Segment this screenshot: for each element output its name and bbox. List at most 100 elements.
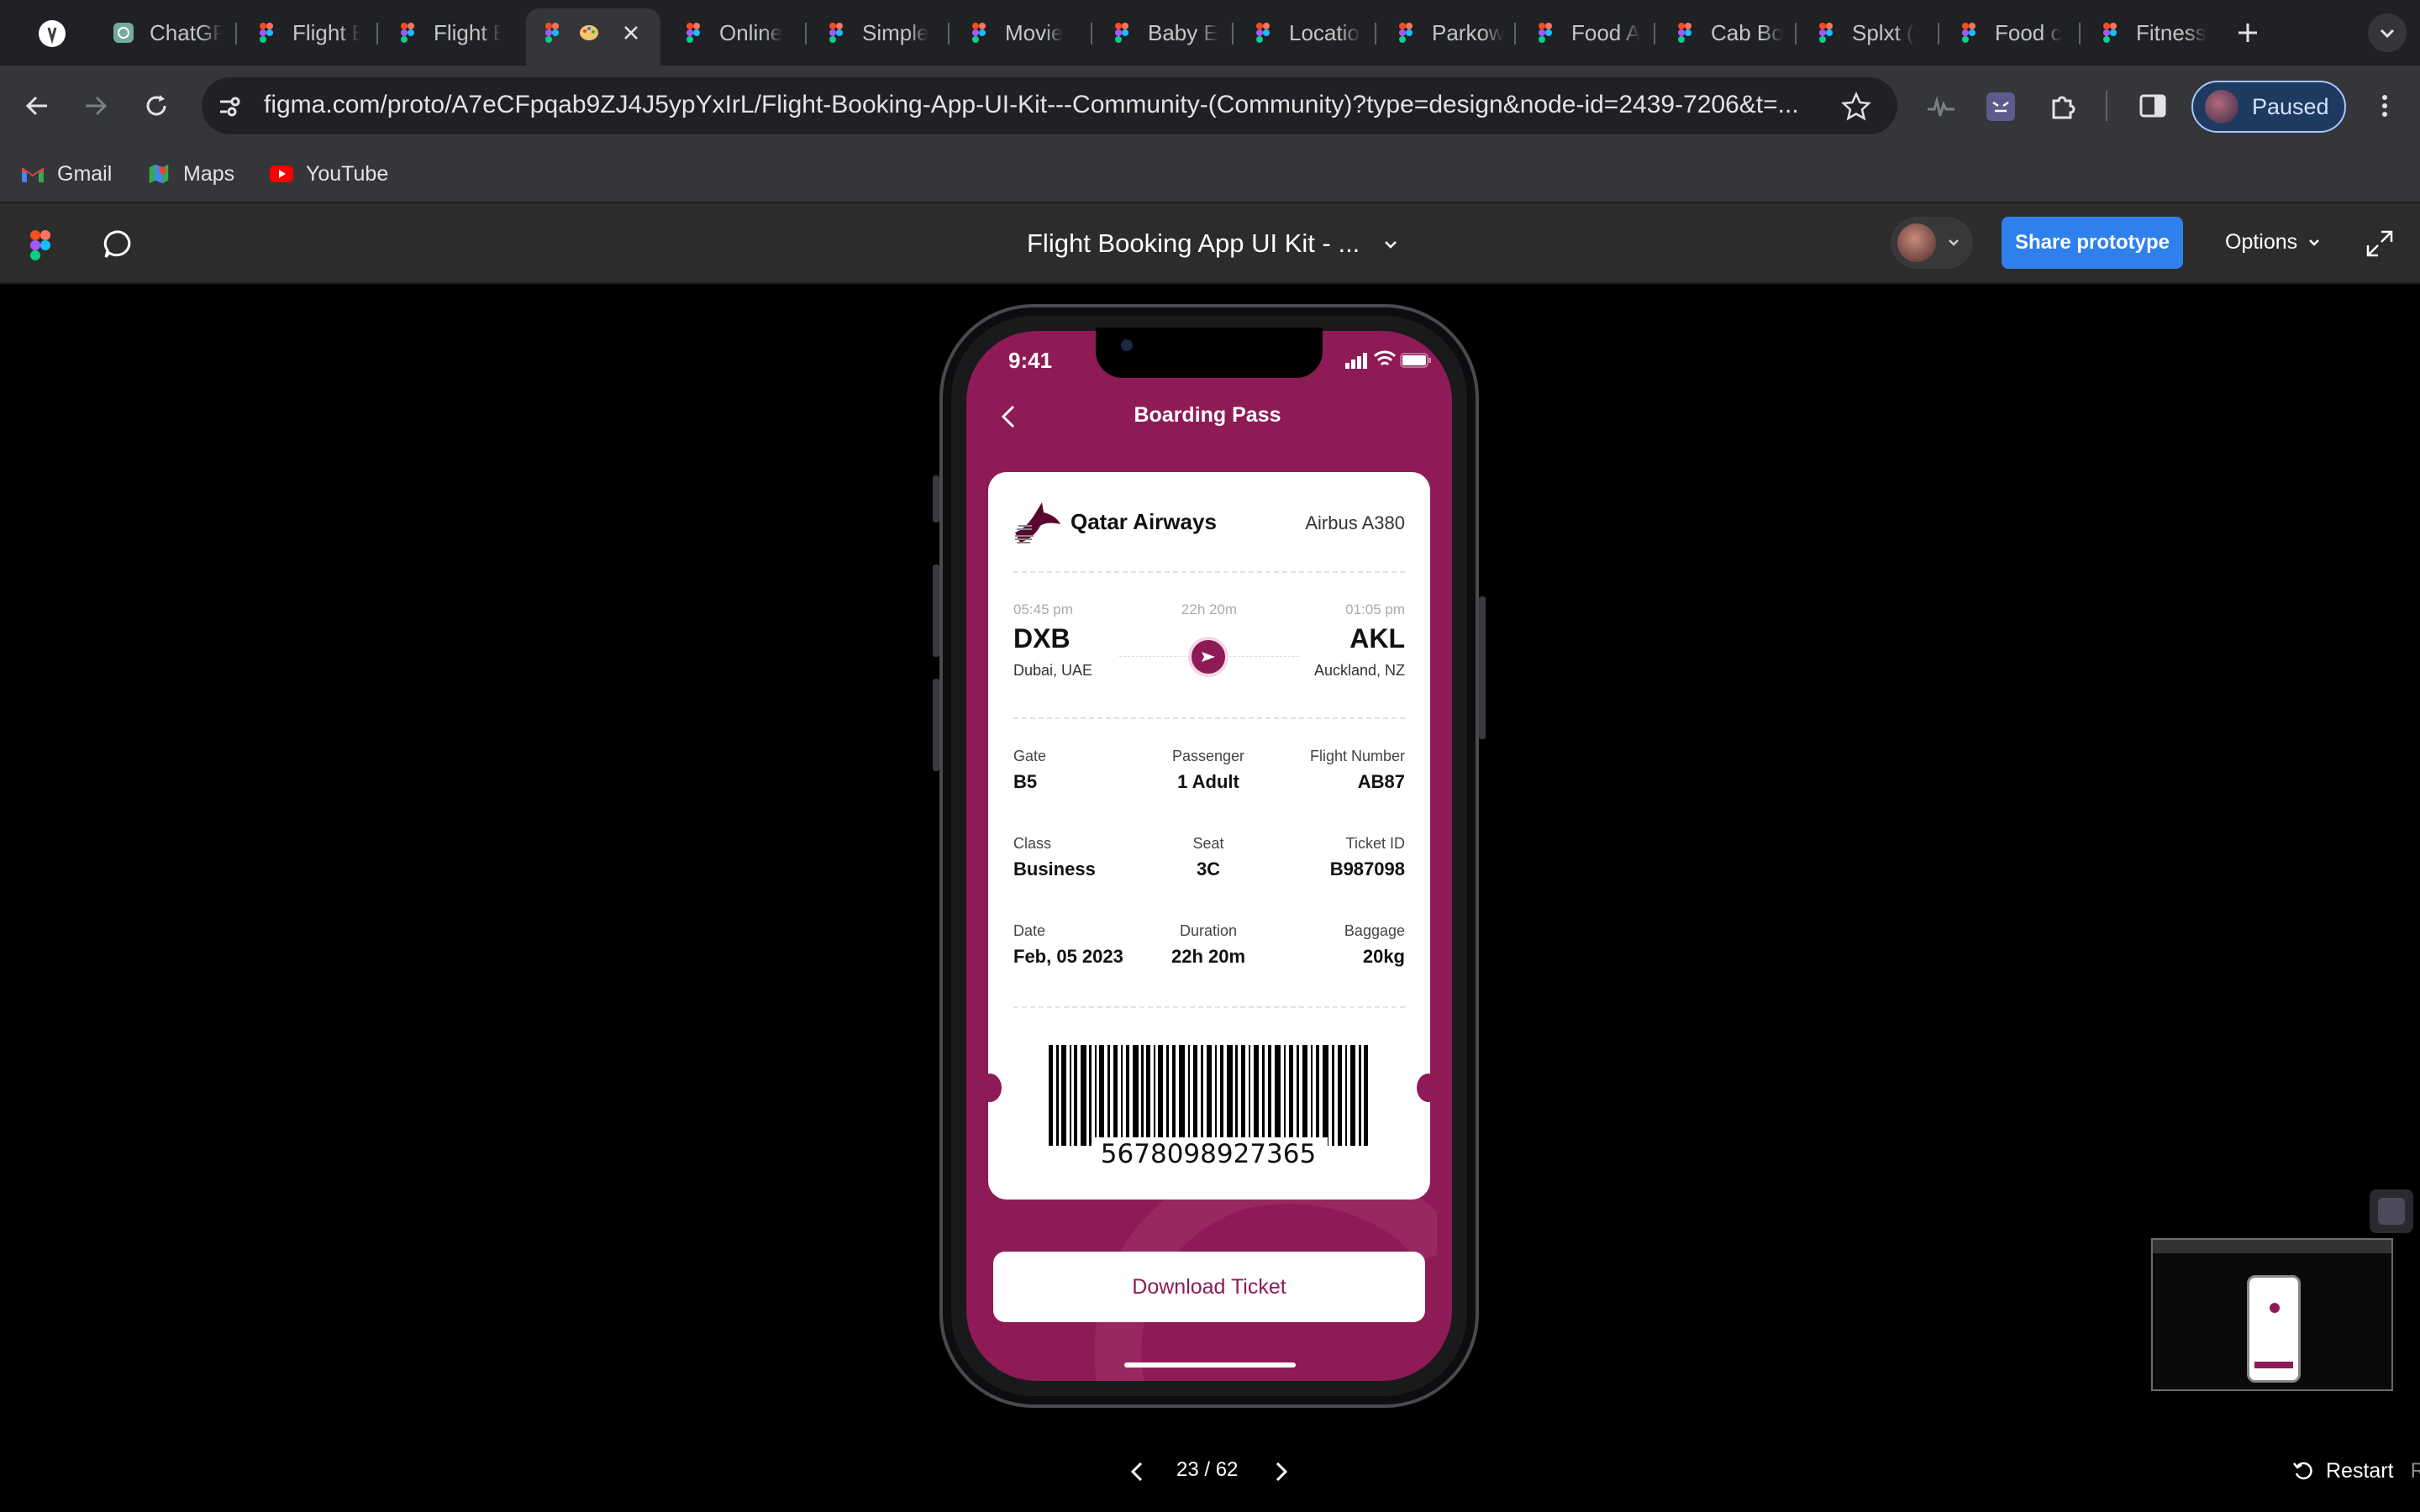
comment-icon[interactable] [103, 228, 136, 260]
tab-food-c[interactable]: Food c [1958, 12, 2067, 54]
figma-icon [829, 23, 843, 43]
previous-frame-icon[interactable] [1126, 1458, 1150, 1485]
close-icon[interactable] [622, 24, 640, 42]
airline-name: Qatar Airways [1071, 509, 1217, 534]
more-menu-icon[interactable] [2370, 91, 2400, 121]
profile-button[interactable]: Paused [2191, 81, 2346, 133]
header-title: Boarding Pass [1134, 403, 1281, 427]
detail-label: Class [1013, 835, 1052, 852]
next-frame-icon[interactable] [1269, 1458, 1292, 1485]
fullscreen-icon[interactable] [2365, 228, 2395, 259]
viewer-avatar-button[interactable] [1891, 217, 1973, 269]
tab-splxt[interactable]: Splxt ( [1815, 12, 1924, 54]
home-indicator [1124, 1362, 1296, 1368]
chatgpt-icon [113, 23, 134, 43]
tab-cab[interactable]: Cab Bo [1674, 12, 1783, 54]
departure-time: 05:45 pm [1013, 601, 1073, 617]
tab-separator [1654, 23, 1655, 45]
tab-label: ChatGPT [150, 19, 222, 45]
tab-label: Flight Booking [434, 19, 501, 45]
arrival-code: AKL [1349, 623, 1405, 654]
back-arrow-icon[interactable] [997, 402, 1020, 432]
restart-button[interactable]: Restart R [2291, 1458, 2420, 1483]
new-tab-icon[interactable] [2235, 20, 2260, 45]
profile-label: Paused [2252, 93, 2329, 119]
figma-icon [545, 23, 559, 43]
tab-separator [1232, 23, 1234, 45]
qatar-airways-logo [1015, 502, 1060, 543]
tab-separator [1938, 23, 1939, 45]
tab-separator [376, 23, 378, 45]
wifi-icon [1373, 350, 1397, 366]
detail-value: 20kg [1362, 946, 1405, 967]
tab-parkow[interactable]: Parkow [1395, 12, 1504, 54]
bookmark-label: YouTube [306, 161, 389, 186]
browser-app-icon[interactable] [39, 20, 66, 47]
detail-value: 3C [1196, 858, 1221, 879]
maps-icon [149, 164, 169, 184]
figma-icon [1678, 23, 1691, 43]
tab-online[interactable]: Online [682, 12, 792, 54]
airplane-icon [1202, 652, 1215, 662]
minimap-logo [2270, 1303, 2280, 1313]
back-icon[interactable] [22, 91, 52, 121]
tab-location[interactable]: Location [1252, 12, 1361, 54]
front-camera [1121, 339, 1133, 351]
tab-separator [1795, 23, 1797, 45]
tab-chatgpt[interactable]: ChatGPT [113, 12, 222, 54]
bookmark-star-icon[interactable] [1840, 91, 1872, 123]
options-menu[interactable]: Options [2225, 230, 2323, 255]
url-text[interactable]: figma.com/proto/A7eCFpqab9ZJ4J5ypYxIrL/F… [264, 91, 1827, 119]
status-time: 9:41 [1008, 348, 1053, 373]
tab-current[interactable] [541, 12, 650, 54]
figma-logo-icon[interactable] [29, 228, 52, 262]
prototype-title[interactable]: Flight Booking App UI Kit - ... [1027, 228, 1360, 259]
tab-label: Baby E [1148, 19, 1218, 45]
tab-label: Food A [1571, 19, 1641, 45]
detail-label: Seat [1192, 835, 1224, 852]
detail-value: 1 Adult [1177, 771, 1239, 792]
tab-label: Cab Bo [1711, 19, 1783, 45]
tab-label: Location [1289, 19, 1361, 45]
bookmark-youtube[interactable]: YouTube [269, 160, 388, 188]
figma-icon [1539, 23, 1552, 43]
audio-activity-icon[interactable] [1926, 92, 1956, 123]
tab-movie[interactable]: Movie [968, 12, 1077, 54]
bookmark-maps[interactable]: Maps [146, 160, 234, 188]
share-prototype-button[interactable]: Share prototype [2002, 217, 2183, 269]
detail-label: Passenger [1171, 748, 1245, 764]
tab-label: Fitness [2136, 19, 2207, 45]
youtube-icon [270, 165, 293, 182]
tab-label: Food c [1995, 19, 2062, 45]
tab-flight-2[interactable]: Flight Booking [397, 12, 506, 54]
site-settings-icon[interactable] [215, 92, 244, 121]
tab-flight-1[interactable]: Flight Booking [255, 12, 365, 54]
tab-search-button[interactable] [2368, 13, 2407, 52]
tab-baby[interactable]: Baby E [1111, 12, 1220, 54]
figma-icon [972, 23, 986, 43]
tab-food-a[interactable]: Food A [1534, 12, 1644, 54]
extensions-puzzle-icon[interactable] [2047, 91, 2079, 123]
options-label: Options [2225, 230, 2298, 254]
minimap-thumbnail[interactable] [2151, 1238, 2393, 1391]
bookmark-gmail[interactable]: Gmail [20, 160, 112, 188]
reload-icon[interactable] [141, 91, 171, 121]
phone-side-button [933, 679, 939, 771]
chevron-down-icon [2380, 29, 2395, 39]
chevron-down-icon[interactable] [1381, 235, 1400, 254]
frame-counter: 23 / 62 [1176, 1458, 1239, 1481]
download-ticket-button[interactable]: Download Ticket [993, 1252, 1425, 1322]
tab-fitness[interactable]: Fitness [2099, 12, 2208, 54]
gmail-icon [22, 167, 44, 182]
detail-value: Feb, 05 2023 [1013, 946, 1123, 967]
tab-separator [1375, 23, 1376, 45]
extension-floating-button[interactable] [2370, 1189, 2413, 1233]
barcode [1049, 1045, 1368, 1146]
palette-icon [580, 25, 598, 40]
forward-icon[interactable] [81, 91, 111, 121]
tab-simple[interactable]: Simple [825, 12, 934, 54]
side-panel-icon[interactable] [2138, 91, 2168, 121]
tab-separator [805, 23, 807, 45]
detail-label: Baggage [1344, 922, 1405, 939]
extension-icon[interactable] [1986, 92, 2015, 121]
